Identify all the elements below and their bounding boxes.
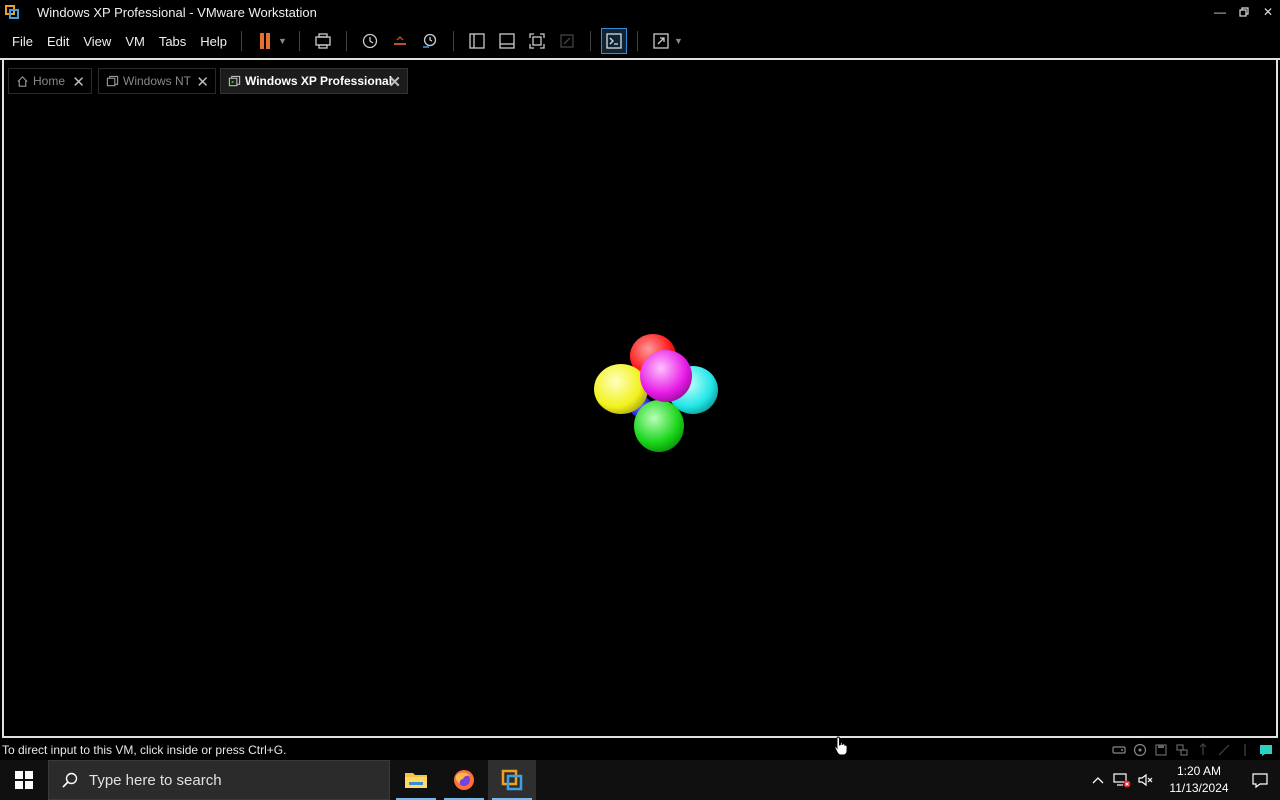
show-thumbnail-bar-icon[interactable] <box>495 29 519 53</box>
home-icon <box>15 74 29 88</box>
network-icon[interactable] <box>1174 742 1190 758</box>
floppy-icon[interactable] <box>1153 742 1169 758</box>
sphere-magenta <box>640 350 692 402</box>
vm-console-display[interactable] <box>2 98 1278 738</box>
toolbar-separator <box>589 31 591 51</box>
menu-tabs[interactable]: Tabs <box>153 34 192 49</box>
menu-view[interactable]: View <box>77 34 117 49</box>
clock-time: 1:20 AM <box>1176 764 1222 778</box>
folder-icon <box>405 773 427 788</box>
minimize-button[interactable]: — <box>1208 0 1232 24</box>
firefox-button[interactable] <box>440 760 488 800</box>
revert-snapshot-icon[interactable] <box>388 29 412 53</box>
toolbar-separator <box>241 31 243 51</box>
file-explorer-button[interactable] <box>392 760 440 800</box>
hand-cursor-icon <box>834 736 848 756</box>
hard-disk-icon[interactable] <box>1111 742 1127 758</box>
restore-button[interactable] <box>1232 0 1256 24</box>
menu-file[interactable]: File <box>6 34 39 49</box>
separator-icon <box>1237 742 1253 758</box>
tab-bar: Home ✕ Windows NT ✕ Windows XP Professio… <box>2 60 1278 98</box>
vmware-app-icon[interactable] <box>4 4 20 20</box>
title-bar: Windows XP Professional - VMware Worksta… <box>0 0 1280 24</box>
usb-icon[interactable] <box>1195 742 1211 758</box>
tab-home[interactable]: Home ✕ <box>8 68 92 94</box>
search-input[interactable] <box>89 771 369 789</box>
menu-vm[interactable]: VM <box>119 34 151 49</box>
console-view-icon[interactable] <box>600 28 627 54</box>
vmware-icon <box>501 769 523 791</box>
close-window-button[interactable]: ✕ <box>1256 0 1280 24</box>
tab-windows-nt[interactable]: Windows NT ✕ <box>98 68 216 94</box>
menu-edit[interactable]: Edit <box>41 34 75 49</box>
tab-label: Windows XP Professional <box>245 74 393 88</box>
tab-label: Home <box>33 74 66 88</box>
window-title: Windows XP Professional - VMware Worksta… <box>37 4 317 20</box>
cd-drive-icon[interactable] <box>1132 742 1148 758</box>
windows-logo-icon <box>15 771 33 789</box>
tab-windows-xp-professional[interactable]: Windows XP Professional ✕ <box>220 68 408 94</box>
taskbar-search-box[interactable] <box>48 760 390 800</box>
vm-icon <box>105 74 119 88</box>
full-screen-icon[interactable] <box>525 29 549 53</box>
power-dropdown-icon[interactable]: ▼ <box>278 36 287 46</box>
message-log-icon[interactable] <box>1258 742 1274 758</box>
show-library-icon[interactable] <box>465 29 489 53</box>
stretch-dropdown-icon[interactable]: ▼ <box>674 36 683 46</box>
close-tab-icon[interactable]: ✕ <box>72 73 85 91</box>
send-ctrl-alt-del-icon[interactable] <box>311 29 335 53</box>
status-message: To direct input to this VM, click inside… <box>2 743 287 757</box>
toolbar-separator <box>345 31 347 51</box>
tab-label: Windows NT <box>123 74 192 88</box>
system-tray: 1:20 AM 11/13/2024 <box>1086 760 1280 800</box>
clock-date: 11/13/2024 <box>1169 781 1229 795</box>
toolbar-separator <box>636 31 638 51</box>
windows-taskbar: 1:20 AM 11/13/2024 <box>0 760 1280 800</box>
notification-icon <box>1252 773 1268 789</box>
close-tab-icon[interactable]: ✕ <box>196 73 209 91</box>
toolbar-separator <box>452 31 454 51</box>
close-tab-icon[interactable]: ✕ <box>388 73 401 91</box>
snapshot-manager-icon[interactable] <box>418 29 442 53</box>
snapshot-icon[interactable] <box>358 29 382 53</box>
pause-button[interactable] <box>253 29 277 53</box>
sphere-green <box>634 400 684 452</box>
toolbar-separator <box>298 31 300 51</box>
taskbar-clock[interactable]: 1:20 AM 11/13/2024 <box>1164 763 1234 797</box>
status-bar: To direct input to this VM, click inside… <box>0 740 1280 760</box>
vmware-taskbar-button[interactable] <box>488 760 536 800</box>
show-hidden-icons-chevron-icon[interactable] <box>1086 760 1110 800</box>
menu-toolbar: File Edit View VM Tabs Help ▼ ▼ <box>0 24 1280 58</box>
stretch-guest-icon[interactable] <box>649 29 673 53</box>
menu-help[interactable]: Help <box>194 34 233 49</box>
unity-icon <box>555 29 579 53</box>
volume-muted-icon[interactable] <box>1134 760 1158 800</box>
sound-icon[interactable] <box>1216 742 1232 758</box>
action-center-button[interactable] <box>1240 760 1280 800</box>
firefox-icon <box>454 770 474 790</box>
search-icon <box>62 772 78 788</box>
start-button[interactable] <box>0 760 48 800</box>
network-disconnected-icon[interactable] <box>1110 760 1134 800</box>
vm-running-icon <box>227 74 241 88</box>
